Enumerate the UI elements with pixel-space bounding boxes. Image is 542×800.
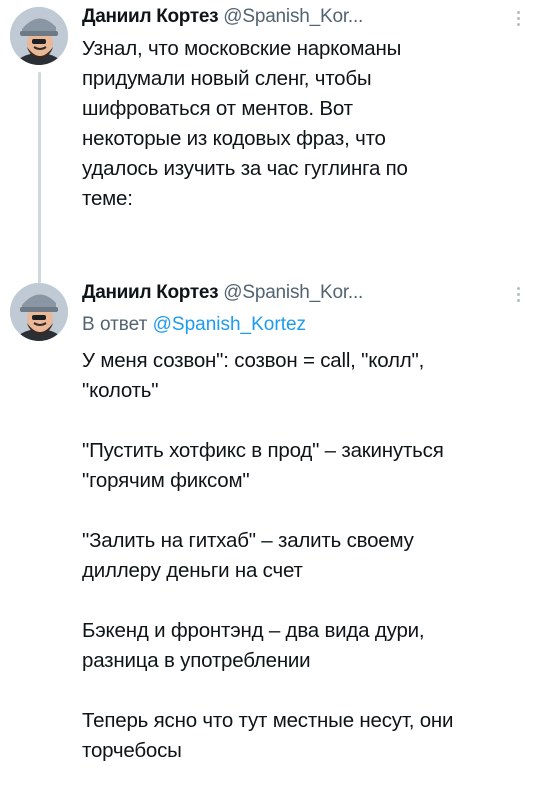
text-line: "колоть" bbox=[82, 379, 159, 402]
text-line: теме: bbox=[82, 187, 133, 210]
text-line: торчебосы bbox=[82, 739, 182, 762]
author-handle[interactable]: @Spanish_Kor... bbox=[223, 278, 363, 308]
reply-prefix: В ответ bbox=[82, 314, 148, 335]
text-line: разница в употреблении bbox=[82, 649, 311, 672]
tweet-header: Даниил Кортез @Spanish_Kor... bbox=[82, 278, 363, 308]
tweet-1[interactable]: Даниил Кортез @Spanish_Kor... Узнал, что… bbox=[0, 0, 542, 292]
author-avatar[interactable] bbox=[10, 283, 68, 341]
more-dot bbox=[516, 22, 520, 26]
avatar-icon bbox=[10, 283, 68, 341]
text-line: "Залить на гитхаб" – залить своему bbox=[82, 529, 414, 552]
thread-connector-line bbox=[38, 72, 41, 292]
author-handle[interactable]: @Spanish_Kor... bbox=[223, 2, 363, 32]
avatar-icon bbox=[10, 7, 68, 65]
more-vertical-icon bbox=[516, 10, 520, 14]
text-line: "горячим фиксом" bbox=[82, 469, 250, 492]
text-line: У меня созвон": созвон = call, "колл", bbox=[82, 349, 425, 372]
author-avatar[interactable] bbox=[10, 7, 68, 65]
more-vertical-icon bbox=[516, 286, 520, 290]
text-line: Узнал, что московские наркоманы bbox=[82, 37, 402, 60]
text-line: диллеру деньги на счет bbox=[82, 559, 303, 582]
text-line: Теперь ясно что тут местные несут, они bbox=[82, 709, 454, 732]
more-dot bbox=[516, 298, 520, 302]
text-line: Бэкенд и фронтэнд – два вида дури, bbox=[82, 619, 425, 642]
reply-mention-link[interactable]: @Spanish_Kortez bbox=[153, 314, 306, 335]
tweet-text: У меня созвон": созвон = call, "колл", "… bbox=[82, 346, 522, 766]
tweet-text: Узнал, что московские наркоманы придумал… bbox=[82, 34, 522, 214]
tweet-header: Даниил Кортез @Spanish_Kor... bbox=[82, 2, 363, 32]
text-line: шифроваться от ментов. Вот bbox=[82, 97, 353, 120]
more-dot bbox=[516, 16, 520, 20]
tweet-2[interactable]: Даниил Кортез @Spanish_Kor... В ответ @S… bbox=[0, 270, 542, 800]
more-dot bbox=[516, 292, 520, 296]
author-name[interactable]: Даниил Кортез bbox=[82, 278, 219, 308]
text-line: придумали новый сленг, чтобы bbox=[82, 67, 372, 90]
more-options-button[interactable] bbox=[512, 282, 524, 306]
more-options-button[interactable] bbox=[512, 6, 524, 30]
text-line: "Пустить хотфикс в прод" – закинуться bbox=[82, 439, 444, 462]
text-line: удалось изучить за час гуглинга по bbox=[82, 157, 408, 180]
author-name[interactable]: Даниил Кортез bbox=[82, 2, 219, 32]
text-line: некоторые из кодовых фраз, что bbox=[82, 127, 386, 150]
reply-context: В ответ @Spanish_Kortez bbox=[82, 310, 306, 340]
